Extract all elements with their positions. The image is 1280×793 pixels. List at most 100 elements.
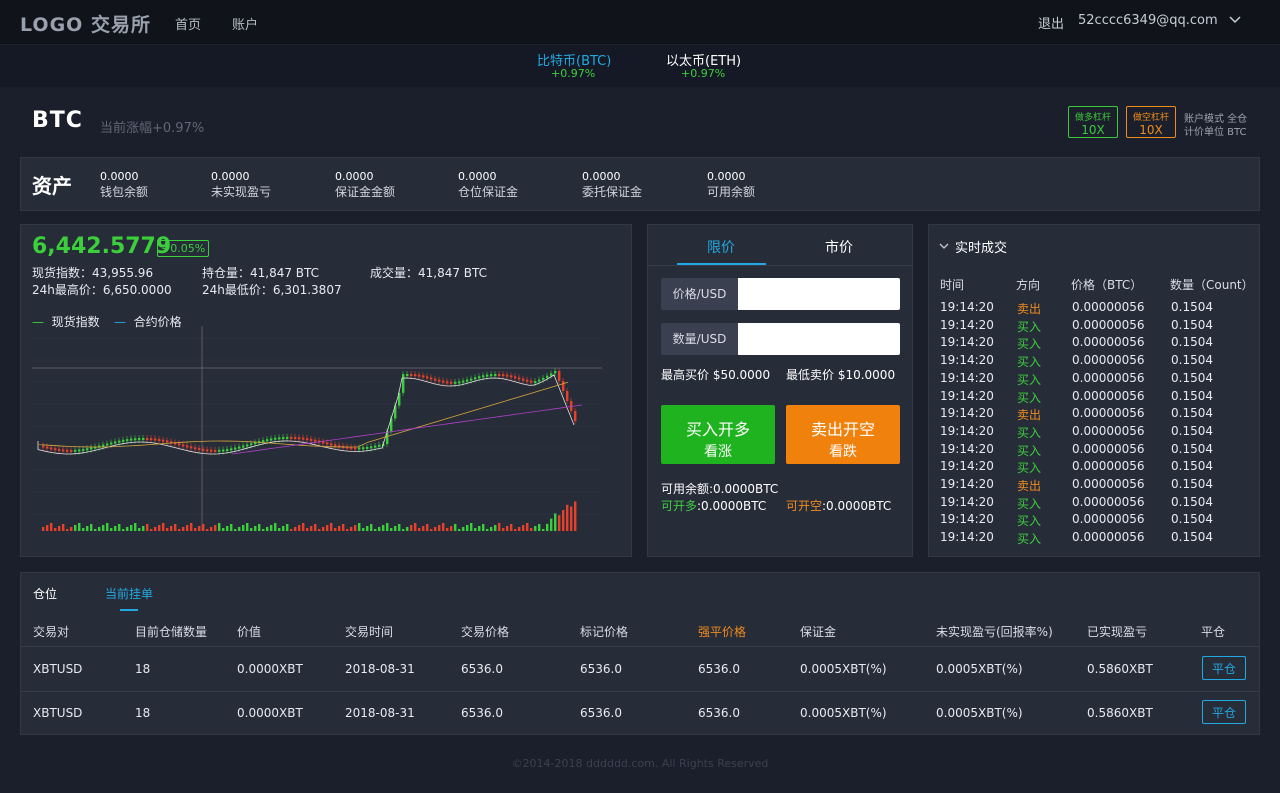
volume-bar — [458, 529, 461, 531]
candle — [474, 377, 477, 380]
volume-bar — [226, 526, 229, 531]
candle — [178, 443, 181, 446]
price-chart[interactable] — [32, 326, 622, 542]
volume-bar — [522, 525, 525, 531]
buy-long-button[interactable]: 买入开多 看涨 — [661, 405, 775, 464]
volume-bar — [230, 524, 233, 531]
volume-bar — [482, 524, 485, 531]
candle — [410, 374, 413, 377]
candle — [242, 445, 245, 448]
candle — [126, 439, 129, 442]
volume-bar — [398, 524, 401, 531]
trade-side: 买入 — [1017, 355, 1042, 370]
candle — [562, 381, 565, 391]
candle — [522, 378, 525, 381]
buy-long-sublabel: 看涨 — [704, 443, 732, 459]
short-leverage-value: 10X — [1139, 123, 1163, 137]
trade-side: 卖出 — [1017, 479, 1042, 493]
candle — [58, 448, 61, 451]
candle — [334, 444, 337, 447]
ticker-btc-change: +0.97% — [551, 67, 596, 80]
tab-limit[interactable]: 限价 — [707, 237, 735, 257]
position-mark-price: 6536.0 — [580, 706, 622, 720]
chevron-down-icon[interactable] — [939, 242, 949, 250]
candle — [294, 436, 297, 439]
candle — [230, 448, 233, 451]
volume-bar — [290, 529, 293, 531]
volume-bar — [498, 523, 501, 531]
volume-bar — [258, 524, 261, 531]
volume-bar — [342, 524, 345, 531]
candle — [370, 446, 373, 449]
volume-bar — [122, 529, 125, 531]
short-leverage-badge[interactable]: 做空杠杆 10X — [1126, 106, 1176, 138]
volume-bar — [278, 528, 281, 531]
long-leverage-value: 10X — [1081, 123, 1105, 137]
trade-time: 19:14:20 — [940, 300, 994, 314]
volume-bar — [78, 523, 81, 531]
chevron-down-icon[interactable] — [1228, 13, 1242, 27]
trade-price: 0.00000056 — [1072, 370, 1145, 385]
ticker-bar — [0, 44, 1280, 87]
volume-bar — [450, 526, 453, 531]
close-position-button[interactable]: 平仓 — [1202, 700, 1246, 724]
position-margin-value: 0.0000 — [458, 170, 497, 183]
can-open-short-value: :0.0000BTC — [822, 499, 892, 513]
candle — [102, 444, 105, 447]
volume-bar — [350, 527, 353, 531]
candle — [306, 438, 309, 441]
volume-bar — [426, 524, 429, 531]
trade-side: 卖出 — [1017, 408, 1042, 423]
candle — [150, 438, 153, 441]
volume-bar — [370, 524, 373, 531]
position-margin: 0.0005XBT(%) — [800, 706, 887, 720]
volume-bar — [490, 527, 493, 531]
volume-bar — [274, 523, 277, 531]
volume-bar — [70, 527, 73, 531]
volume-bar — [138, 528, 141, 531]
volume-bar — [206, 529, 209, 531]
trade-time: 19:14:20 — [940, 317, 994, 332]
volume-bar — [306, 528, 309, 531]
trade-qty: 0.1504 — [1171, 459, 1213, 474]
sell-short-button[interactable]: 卖出开空 看跌 — [786, 405, 900, 464]
volume-bar — [82, 528, 85, 531]
tab-market[interactable]: 市价 — [825, 237, 853, 257]
candle — [270, 438, 273, 441]
volume-bar — [114, 526, 117, 531]
candle — [186, 445, 189, 448]
volume-bar — [302, 523, 305, 531]
volume-bar — [298, 525, 301, 531]
volume-bar — [402, 529, 405, 531]
volume-bar — [50, 523, 53, 531]
volume-bar — [166, 528, 169, 531]
price-input[interactable] — [738, 278, 900, 310]
can-open-long-label: 可开多 — [661, 499, 698, 513]
tab-positions[interactable]: 仓位 — [33, 585, 57, 602]
volume-bar — [486, 529, 489, 531]
order-available-balance: 可用余额:0.0000BTC — [661, 482, 779, 496]
logout-link[interactable]: 退出 — [1038, 13, 1064, 32]
quantity-input[interactable] — [738, 323, 900, 355]
positions-header-unrealized-pnl: 未实现盈亏(回报率%) — [936, 625, 1053, 639]
user-email[interactable]: 52cccc6349@qq.com — [1078, 13, 1218, 28]
candle — [198, 448, 201, 451]
candle — [222, 449, 225, 452]
ticker-eth-change: +0.97% — [681, 67, 726, 80]
volume-bar — [430, 529, 433, 531]
volume-bar — [378, 527, 381, 531]
trade-side: 买入 — [1017, 372, 1042, 387]
logo[interactable]: LOGO 交易所 — [20, 10, 151, 37]
close-position-button[interactable]: 平仓 — [1202, 656, 1246, 680]
position-trade-time: 2018-08-31 — [345, 706, 415, 720]
footer-copyright: ©2014-2018 dddddd.com. All Rights Reserv… — [511, 757, 769, 770]
available-balance-value: 0.0000 — [707, 170, 746, 183]
candle — [82, 448, 85, 451]
volume-bar — [218, 523, 221, 531]
candle — [146, 438, 149, 441]
nav-link-home[interactable]: 首页 — [175, 14, 201, 33]
positions-panel — [20, 572, 1260, 735]
tab-open-orders[interactable]: 当前挂单 — [105, 585, 153, 602]
nav-link-account[interactable]: 账户 — [232, 14, 258, 33]
long-leverage-badge[interactable]: 做多杠杆 10X — [1068, 106, 1118, 138]
